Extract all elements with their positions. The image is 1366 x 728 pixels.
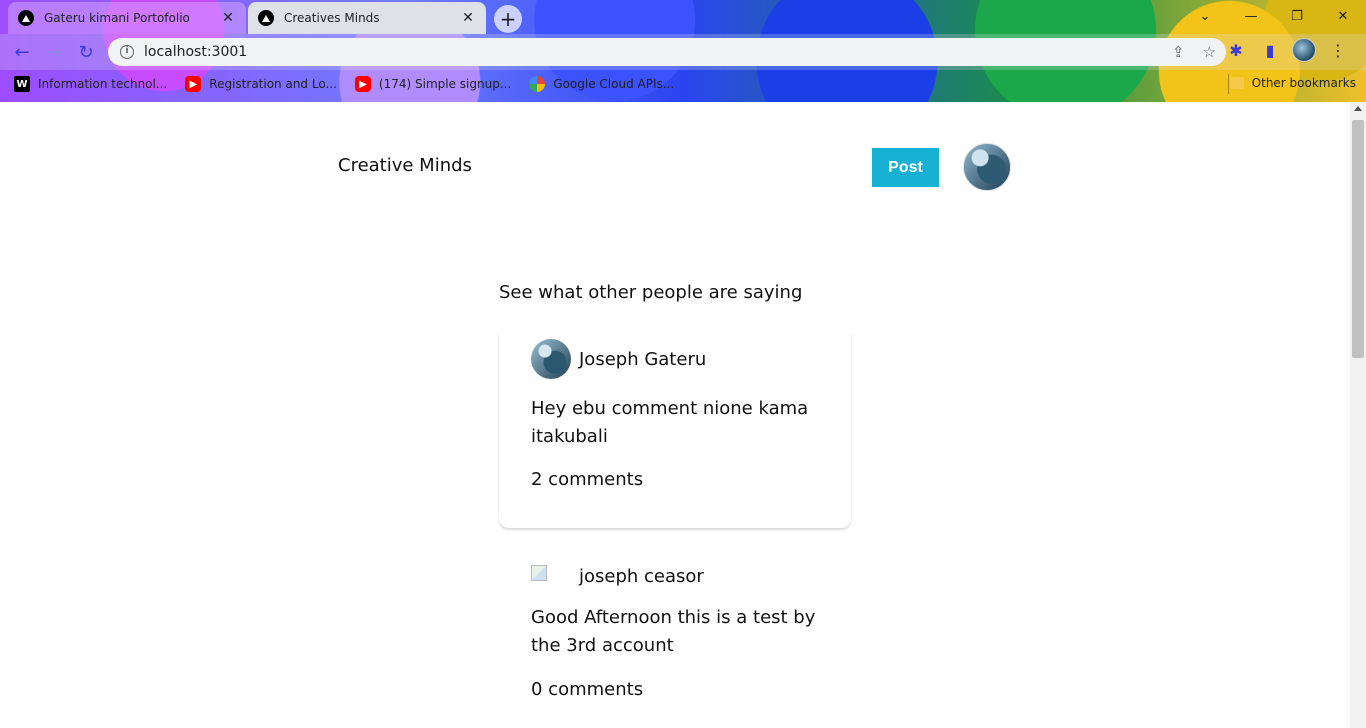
restore-icon[interactable]: ❐: [1274, 0, 1320, 32]
reload-icon[interactable]: ↻: [72, 38, 100, 66]
browser-toolbar: ← → ↻ i localhost:3001 ⇪ ☆ ✱ ▮ ⋮: [0, 34, 1366, 70]
site-brand[interactable]: Creative Minds: [338, 155, 472, 176]
post-text: Good Afternoon this is a test by the 3rd…: [531, 607, 816, 656]
close-icon[interactable]: ✕: [220, 10, 236, 26]
forward-icon[interactable]: →: [40, 38, 68, 66]
comments-link[interactable]: 0 comments: [531, 679, 643, 700]
close-window-icon[interactable]: ✕: [1320, 0, 1366, 32]
tab-portfolio[interactable]: Gateru kimani Portofolio ✕: [8, 2, 246, 34]
new-tab-button[interactable]: +: [494, 5, 522, 33]
url-text: localhost:3001: [144, 44, 248, 60]
info-icon[interactable]: i: [120, 45, 134, 59]
bookmark-label: Google Cloud APIs...: [553, 77, 675, 91]
scrollbar[interactable]: [1350, 102, 1366, 728]
author-name: Joseph Gateru: [579, 348, 707, 370]
tab-title: Creatives Minds: [284, 11, 380, 25]
star-icon[interactable]: ☆: [1203, 43, 1216, 61]
post-author: joseph ceasor: [531, 564, 704, 587]
bookmark-item[interactable]: Google Cloud APIs...: [529, 76, 674, 92]
post-button[interactable]: Post: [872, 148, 939, 187]
other-bookmarks-label: Other bookmarks: [1251, 76, 1356, 90]
author-avatar: [531, 339, 571, 379]
share-icon[interactable]: ⇪: [1172, 43, 1185, 61]
tab-creatives-minds[interactable]: Creatives Minds ✕: [248, 2, 486, 34]
browser-chrome: Gateru kimani Portofolio ✕ Creatives Min…: [0, 0, 1366, 102]
folder-icon: [1229, 77, 1244, 89]
youtube-icon: ▶: [185, 76, 202, 92]
tab-title: Gateru kimani Portofolio: [44, 11, 190, 25]
extensions-icon[interactable]: ✱: [1224, 38, 1248, 62]
bookmarks-bar: W Information technol... ▶ Registration …: [0, 70, 1366, 98]
author-name: joseph ceasor: [579, 566, 704, 587]
other-bookmarks[interactable]: Other bookmarks: [1229, 76, 1356, 90]
bookmark-item[interactable]: W Information technol...: [14, 76, 167, 92]
scroll-up-icon[interactable]: [1354, 106, 1362, 111]
post-card[interactable]: Joseph Gateru Hey ebu comment nione kama…: [499, 332, 851, 528]
window-controls: ⌄ — ❐ ✕: [1182, 0, 1366, 32]
youtube-icon: ▶: [354, 76, 371, 92]
minimize-icon[interactable]: —: [1228, 0, 1274, 32]
scrollbar-thumb[interactable]: [1352, 120, 1364, 358]
feed-heading: See what other people are saying: [499, 282, 803, 303]
close-icon[interactable]: ✕: [460, 10, 476, 26]
page-content: Creative Minds Post See what other peopl…: [0, 102, 1350, 728]
chevron-down-icon[interactable]: ⌄: [1182, 0, 1228, 32]
site-favicon-icon: [18, 10, 34, 26]
side-panel-icon[interactable]: ▮: [1258, 38, 1282, 62]
post-author: Joseph Gateru: [531, 339, 706, 379]
profile-avatar[interactable]: [1292, 38, 1316, 62]
wikipedia-icon: W: [14, 76, 30, 92]
post-text: Hey ebu comment nione kama itakubali: [531, 398, 809, 447]
tab-strip: Gateru kimani Portofolio ✕ Creatives Min…: [0, 0, 1366, 34]
bookmark-label: Information technol...: [38, 77, 168, 91]
bookmark-label: Registration and Lo...: [209, 77, 337, 91]
site-favicon-icon: [258, 10, 274, 26]
bookmark-item[interactable]: ▶ Registration and Lo...: [185, 76, 337, 92]
back-icon[interactable]: ←: [8, 38, 36, 66]
bookmark-item[interactable]: ▶ (174) Simple signup...: [354, 76, 512, 92]
comments-link[interactable]: 2 comments: [531, 469, 643, 490]
broken-image-icon: [531, 564, 547, 581]
bookmark-label: (174) Simple signup...: [378, 77, 512, 91]
user-avatar[interactable]: [963, 143, 1011, 191]
post-card[interactable]: joseph ceasor Good Afternoon this is a t…: [499, 548, 851, 728]
google-cloud-icon: [529, 76, 546, 92]
menu-icon[interactable]: ⋮: [1326, 38, 1350, 62]
address-bar[interactable]: i localhost:3001 ⇪ ☆: [108, 38, 1226, 66]
